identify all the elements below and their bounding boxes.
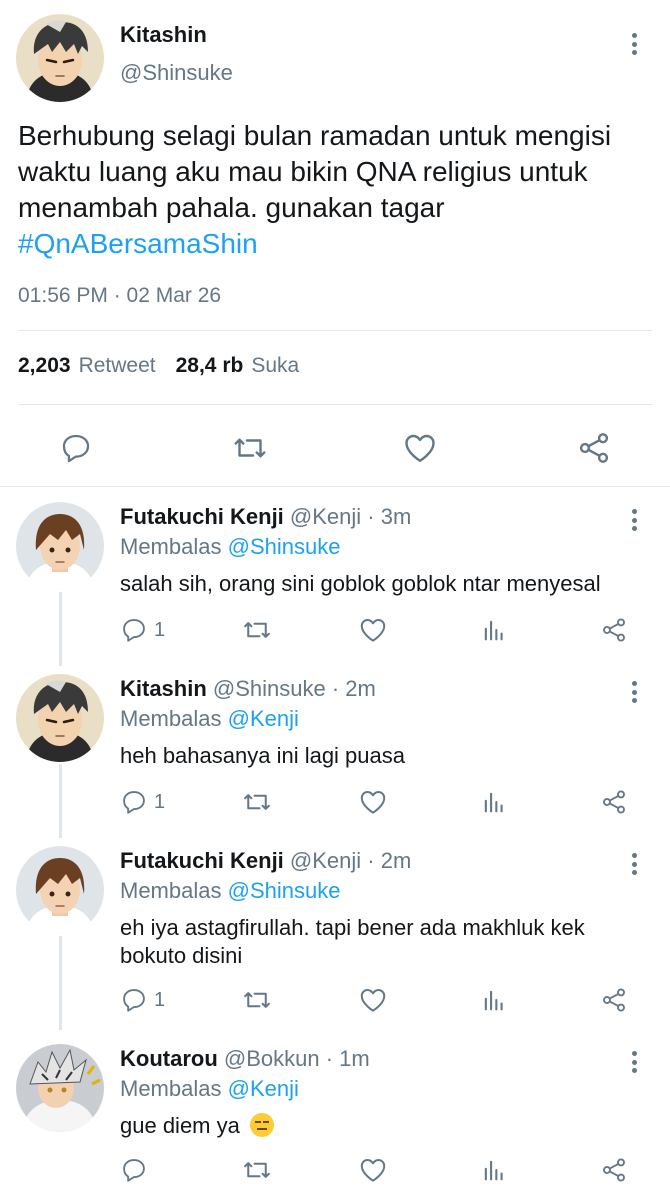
reply-tweet[interactable]: Kitashin @Shinsuke · 2m Membalas @Kenji … [0, 664, 670, 836]
reply-author-name[interactable]: Futakuchi Kenji [120, 504, 284, 529]
reply-header: Futakuchi Kenji @Kenji · 3m [120, 504, 411, 530]
analytics-icon[interactable] [480, 1152, 508, 1188]
retweet-label: Retweet [78, 354, 156, 377]
like-label: Suka [251, 354, 300, 377]
more-icon[interactable] [624, 506, 644, 534]
divider [0, 486, 670, 487]
replying-label: Membalas [120, 1076, 222, 1101]
reply-handle-time: @Kenji · 2m [289, 848, 412, 873]
divider [18, 404, 652, 405]
reply-text-container: gue diem ya [120, 1112, 640, 1140]
reply-avatar[interactable] [16, 846, 104, 934]
more-icon[interactable] [624, 678, 644, 706]
reply-header: Kitashin @Shinsuke · 2m [120, 676, 376, 702]
reply-handle-time: @Bokkun · 1m [223, 1046, 370, 1071]
share-icon[interactable] [600, 612, 628, 648]
more-icon[interactable] [624, 850, 644, 878]
like-icon[interactable] [400, 428, 440, 468]
reply-icon[interactable]: 1 [120, 784, 165, 820]
reply-text: eh iya astagfirullah. tapi bener ada mak… [120, 915, 585, 968]
reply-text: salah sih, orang sini goblok goblok ntar… [120, 571, 601, 596]
share-icon[interactable] [600, 982, 628, 1018]
reply-author-name[interactable]: Koutarou [120, 1046, 218, 1071]
retweet-count: 2,203 [18, 354, 71, 377]
main-tweet-stats: 2,203 Retweet 28,4 rb Suka [18, 354, 319, 378]
replying-label: Membalas [120, 534, 222, 559]
replying-label: Membalas [120, 706, 222, 731]
reply-text: heh bahasanya ini lagi puasa [120, 743, 406, 768]
reply-actions: 1 [0, 784, 670, 820]
reply-text: gue diem ya [120, 1113, 240, 1138]
replying-to: Membalas @Kenji [120, 1076, 299, 1102]
mention-link[interactable]: @Kenji [228, 1076, 299, 1101]
replying-to: Membalas @Shinsuke [120, 878, 340, 904]
replying-label: Membalas [120, 878, 222, 903]
divider [18, 330, 652, 331]
mention-link[interactable]: @Shinsuke [228, 534, 341, 559]
share-icon[interactable] [574, 428, 614, 468]
analytics-icon[interactable] [480, 982, 508, 1018]
reply-count: 1 [154, 790, 166, 813]
reply-avatar[interactable] [16, 674, 104, 762]
analytics-icon[interactable] [480, 784, 508, 820]
retweet-stat[interactable]: 2,203 Retweet [18, 354, 156, 378]
reply-icon[interactable]: 1 [120, 982, 165, 1018]
reply-tweet[interactable]: Koutarou @Bokkun · 1m Membalas @Kenji gu… [0, 1034, 670, 1200]
main-tweet-avatar[interactable] [16, 14, 104, 102]
reply-actions [0, 1152, 670, 1188]
replying-to: Membalas @Kenji [120, 706, 299, 732]
reply-tweet[interactable]: Futakuchi Kenji @Kenji · 2m Membalas @Sh… [0, 836, 670, 1036]
reply-count: 1 [154, 988, 166, 1011]
mention-link[interactable]: @Kenji [228, 706, 299, 731]
main-tweet-timestamp[interactable]: 01:56 PM · 02 Mar 26 [18, 284, 221, 308]
retweet-icon[interactable] [242, 784, 272, 820]
retweet-icon[interactable] [242, 612, 272, 648]
retweet-icon[interactable] [242, 1152, 272, 1188]
more-icon[interactable] [624, 30, 644, 58]
reply-icon[interactable] [56, 428, 96, 468]
main-tweet-body: Berhubung selagi bulan ramadan untuk men… [18, 120, 612, 223]
reply-avatar[interactable] [16, 1044, 104, 1132]
reply-header: Koutarou @Bokkun · 1m [120, 1046, 370, 1072]
retweet-icon[interactable] [230, 428, 270, 468]
reply-count: 1 [154, 618, 166, 641]
main-tweet-actions [0, 420, 670, 474]
reply-actions: 1 [0, 612, 670, 648]
main-tweet-author-name[interactable]: Kitashin [120, 22, 207, 48]
reply-actions: 1 [0, 982, 670, 1018]
reply-header: Futakuchi Kenji @Kenji · 2m [120, 848, 411, 874]
like-count: 28,4 rb [175, 354, 244, 377]
hashtag-link[interactable]: #QnABersamaShin [18, 226, 648, 262]
reply-handle-time: @Shinsuke · 2m [212, 676, 376, 701]
like-icon[interactable] [358, 784, 388, 820]
share-icon[interactable] [600, 1152, 628, 1188]
expressionless-emoji [249, 1113, 274, 1137]
reply-avatar[interactable] [16, 502, 104, 590]
reply-author-name[interactable]: Kitashin [120, 676, 207, 701]
share-icon[interactable] [600, 784, 628, 820]
main-tweet-author-handle[interactable]: @Shinsuke [120, 60, 233, 86]
like-icon[interactable] [358, 1152, 388, 1188]
reply-icon[interactable] [120, 1152, 148, 1188]
reply-icon[interactable]: 1 [120, 612, 165, 648]
reply-author-name[interactable]: Futakuchi Kenji [120, 848, 284, 873]
like-icon[interactable] [358, 612, 388, 648]
reply-tweet[interactable]: Futakuchi Kenji @Kenji · 3m Membalas @Sh… [0, 492, 670, 664]
more-icon[interactable] [624, 1048, 644, 1076]
analytics-icon[interactable] [480, 612, 508, 648]
like-stat[interactable]: 28,4 rb Suka [176, 354, 300, 378]
like-icon[interactable] [358, 982, 388, 1018]
replying-to: Membalas @Shinsuke [120, 534, 340, 560]
retweet-icon[interactable] [242, 982, 272, 1018]
main-tweet-text: Berhubung selagi bulan ramadan untuk men… [18, 118, 648, 262]
reply-handle-time: @Kenji · 3m [289, 504, 412, 529]
mention-link[interactable]: @Shinsuke [228, 878, 341, 903]
